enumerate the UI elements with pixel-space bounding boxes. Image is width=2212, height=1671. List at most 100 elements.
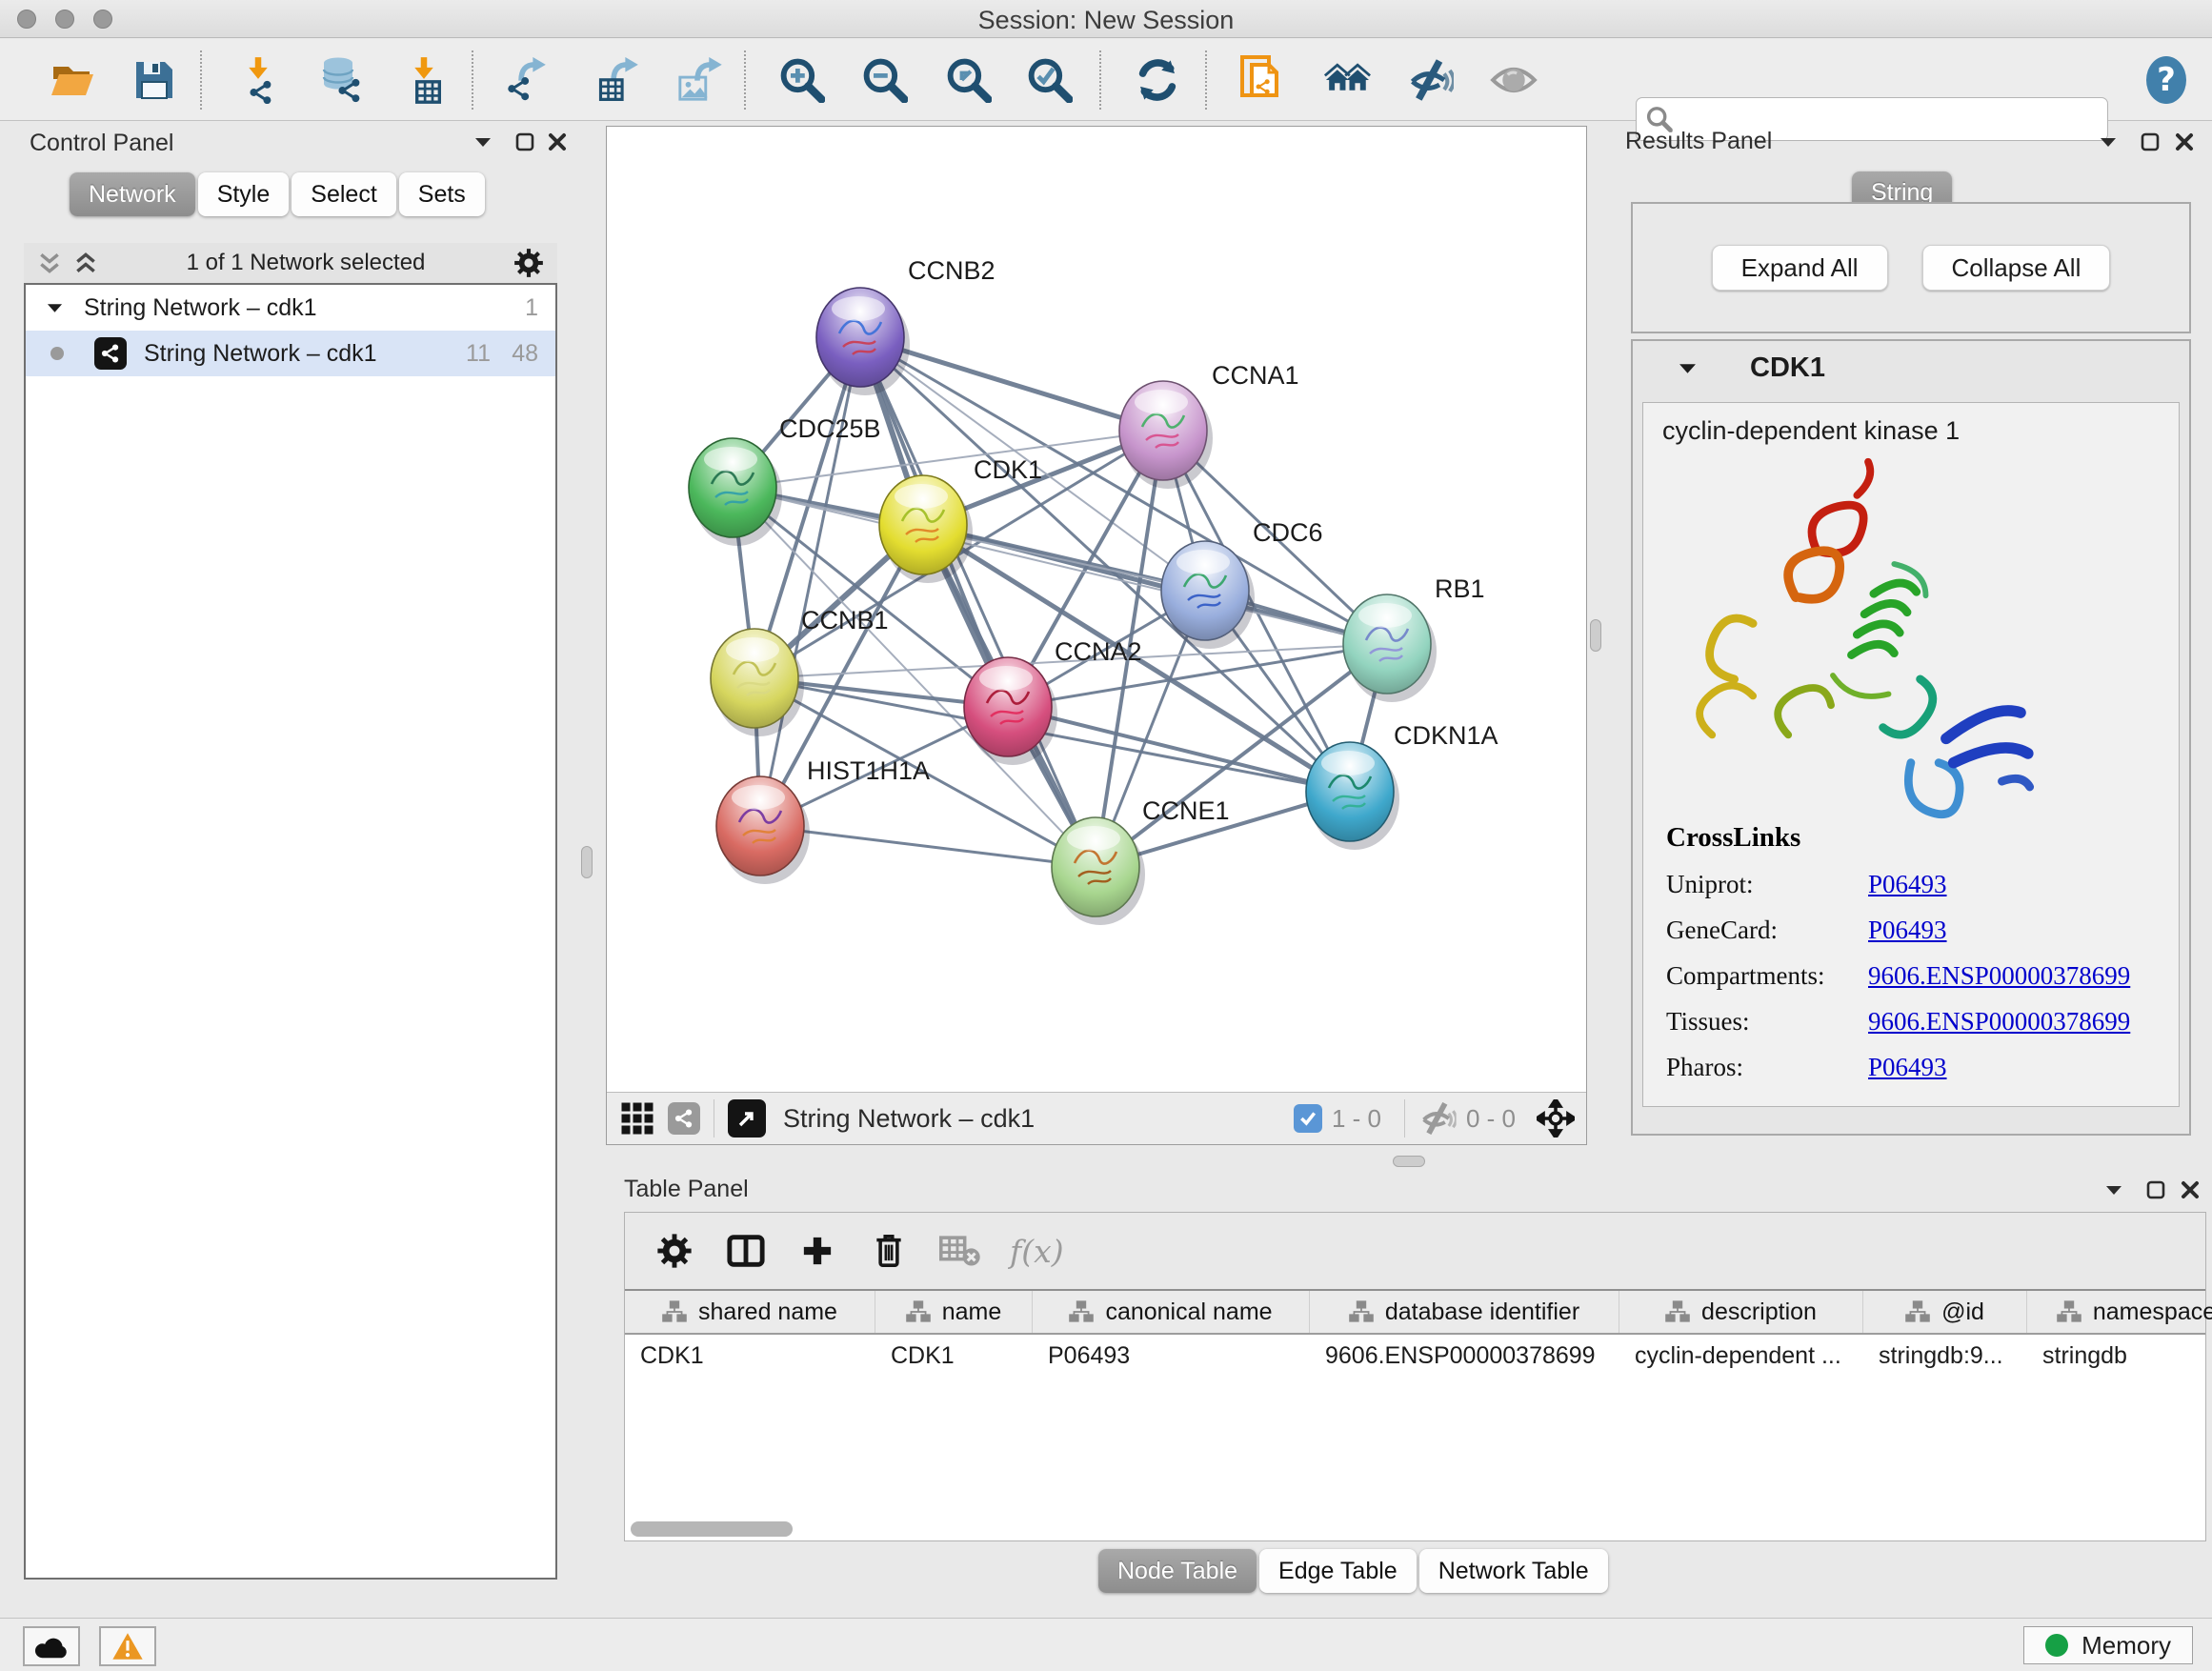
export-table-button[interactable]: [594, 56, 642, 104]
network-edge[interactable]: [760, 337, 860, 826]
column-header-database-identifier[interactable]: database identifier: [1310, 1291, 1619, 1333]
help-button[interactable]: ?: [2142, 56, 2190, 104]
network-node-CCNA1[interactable]: [1119, 381, 1213, 489]
zoom-out-button[interactable]: [861, 56, 909, 104]
add-column-button[interactable]: [795, 1229, 839, 1273]
horizontal-scrollbar-thumb[interactable]: [631, 1521, 793, 1537]
network-node-CCNA2[interactable]: [964, 657, 1057, 765]
tab-network-table[interactable]: Network Table: [1419, 1549, 1608, 1593]
network-node-HIST1H1A[interactable]: [716, 776, 810, 884]
control-panel-close-button[interactable]: [543, 130, 572, 154]
column-label: @id: [1941, 1299, 1984, 1326]
network-node-CDC25B[interactable]: [689, 438, 782, 546]
crosslink-link[interactable]: 9606.ENSP00000378699: [1868, 1007, 2130, 1037]
expand-all-icon[interactable]: [73, 252, 98, 274]
column-header-shared-name[interactable]: shared name: [625, 1291, 875, 1333]
open-session-button[interactable]: [49, 56, 96, 104]
import-network-database-button[interactable]: [317, 56, 365, 104]
splitter-handle[interactable]: [581, 846, 593, 878]
string-home-button[interactable]: [1323, 56, 1371, 104]
network-collection-row[interactable]: String Network – cdk1 1: [26, 285, 555, 331]
cloud-button[interactable]: [23, 1626, 80, 1666]
crosslink-link[interactable]: P06493: [1868, 1053, 1947, 1082]
collapse-all-icon[interactable]: [37, 252, 62, 274]
tab-sets[interactable]: Sets: [399, 172, 485, 216]
crosshair-icon[interactable]: [1537, 1099, 1575, 1137]
results-panel-maximize-button[interactable]: [2136, 130, 2164, 154]
tab-select[interactable]: Select: [292, 172, 395, 216]
network-edge[interactable]: [860, 337, 1096, 867]
column-header-name[interactable]: name: [875, 1291, 1033, 1333]
table-cell[interactable]: P06493: [1033, 1335, 1310, 1377]
tab-network[interactable]: Network: [70, 172, 195, 216]
delete-table-button[interactable]: [938, 1229, 982, 1273]
table-cell[interactable]: cyclin-dependent ...: [1619, 1335, 1863, 1377]
open-in-new-window-button[interactable]: [728, 1099, 766, 1137]
table-cell[interactable]: stringdb:9...: [1863, 1335, 2027, 1377]
column-header-canonical-name[interactable]: canonical name: [1033, 1291, 1310, 1333]
zoom-in-button[interactable]: [778, 56, 826, 104]
zoom-fit-button[interactable]: [945, 56, 993, 104]
save-session-button[interactable]: [131, 56, 178, 104]
collapse-all-button[interactable]: Collapse All: [1922, 245, 2111, 291]
network-row[interactable]: String Network – cdk1 11 48: [26, 331, 555, 376]
table-row[interactable]: CDK1CDK1P064939606.ENSP00000378699cyclin…: [625, 1335, 2205, 1377]
table-panel-float-button[interactable]: [2100, 1178, 2128, 1202]
table-cell[interactable]: CDK1: [625, 1335, 875, 1377]
column-header--id[interactable]: @id: [1863, 1291, 2027, 1333]
delete-column-button[interactable]: [867, 1229, 911, 1273]
table-settings-button[interactable]: [653, 1229, 696, 1273]
splitter-handle[interactable]: [1590, 619, 1601, 652]
network-node-label: CCNE1: [1142, 796, 1230, 825]
network-tree: String Network – cdk1 1 String Network –…: [24, 283, 557, 1580]
table-panel-maximize-button[interactable]: [2142, 1178, 2170, 1202]
zoom-selected-button[interactable]: [1026, 56, 1074, 104]
selected-checkbox[interactable]: [1294, 1104, 1322, 1133]
string-import-button[interactable]: [1239, 56, 1287, 104]
tab-style[interactable]: Style: [198, 172, 290, 216]
memory-button[interactable]: Memory: [2023, 1626, 2193, 1664]
tab-edge-table[interactable]: Edge Table: [1259, 1549, 1417, 1593]
network-node-RB1[interactable]: [1343, 594, 1437, 702]
network-node-CDKN1A[interactable]: [1306, 742, 1399, 850]
show-hide-glass-button[interactable]: [1406, 56, 1454, 104]
export-network-button[interactable]: [502, 56, 550, 104]
network-node-CCNE1[interactable]: [1052, 817, 1145, 925]
table-cell[interactable]: CDK1: [875, 1335, 1033, 1377]
export-image-button[interactable]: [676, 56, 724, 104]
apply-layout-button[interactable]: [1134, 56, 1181, 104]
network-node-CCNB2[interactable]: [816, 288, 910, 395]
warnings-button[interactable]: [99, 1626, 156, 1666]
tab-node-table[interactable]: Node Table: [1098, 1549, 1257, 1593]
results-panel-close-button[interactable]: [2170, 130, 2199, 154]
crosslink-link[interactable]: 9606.ENSP00000378699: [1868, 961, 2130, 991]
gear-icon[interactable]: [513, 248, 544, 278]
control-panel-maximize-button[interactable]: [511, 130, 539, 154]
table-cell[interactable]: stringdb: [2027, 1335, 2212, 1377]
column-header-description[interactable]: description: [1619, 1291, 1863, 1333]
crosslink-link[interactable]: P06493: [1868, 870, 1947, 899]
column-header-namespace[interactable]: namespace: [2027, 1291, 2212, 1333]
import-table-file-button[interactable]: [400, 56, 448, 104]
network-node-CDK1[interactable]: [879, 475, 973, 583]
function-builder-button[interactable]: f(x): [1010, 1229, 1064, 1273]
table-cell[interactable]: 9606.ENSP00000378699: [1310, 1335, 1619, 1377]
network-canvas[interactable]: CCNB2CCNA1CDC25BCDK1CDC6RB1CCNB1CCNA2CDK…: [607, 127, 1586, 1092]
collapse-entry-icon[interactable]: [1679, 362, 1697, 374]
network-node-label: CDK1: [974, 455, 1042, 484]
expander-icon[interactable]: [47, 302, 63, 313]
show-all-eye-button[interactable]: [1490, 56, 1538, 104]
birds-eye-grid-icon[interactable]: [620, 1101, 654, 1136]
cdk1-entry-header[interactable]: CDK1: [1633, 341, 2189, 394]
import-network-file-button[interactable]: [234, 56, 282, 104]
network-type-badge-icon[interactable]: [668, 1102, 700, 1135]
table-panel-close-button[interactable]: [2176, 1178, 2204, 1202]
show-columns-button[interactable]: [724, 1229, 768, 1273]
network-view-panel: CCNB2CCNA1CDC25BCDK1CDC6RB1CCNB1CCNA2CDK…: [606, 126, 1587, 1145]
crosslink-link[interactable]: P06493: [1868, 916, 1947, 945]
expand-all-button[interactable]: Expand All: [1712, 245, 1888, 291]
results-panel-float-button[interactable]: [2094, 130, 2122, 154]
network-edge[interactable]: [760, 826, 1096, 867]
splitter-handle[interactable]: [1393, 1156, 1425, 1167]
control-panel-float-button[interactable]: [469, 130, 497, 154]
